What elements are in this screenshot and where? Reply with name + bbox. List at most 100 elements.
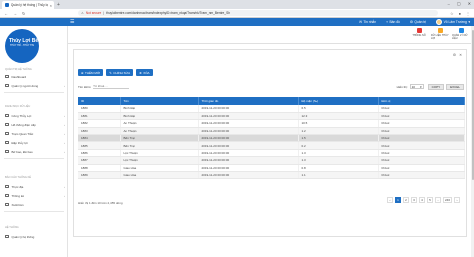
shortcut-label: DỮ LIỆU THỦY LỢI [431,34,449,40]
pager-page-5[interactable]: 5 [427,197,433,203]
url-separator: | [103,11,105,15]
pager-next[interactable]: › [454,197,460,203]
pager-page-1[interactable]: 1 [395,197,401,203]
delete-button[interactable]: ⊗ XÓA [136,69,153,76]
table-row[interactable]: 1881 Bình Đại 2019-11-20 00:00:00 12.3 Ithiv… [78,112,465,121]
excel-button[interactable]: EXCEL [446,83,464,90]
maximize-icon[interactable]: ▢ [457,1,461,6]
table-row[interactable]: 1880 Bình Đại 2019-11-20 00:00:00 6.5 Ithivo… [78,105,465,113]
pager-ellipsis: ... [435,197,441,203]
shortcut-label: THÔNG SỐ [412,34,426,37]
close-window-icon[interactable]: ✕ [468,1,471,6]
search-row: Tìm kiếm: Hiển thị: 10 ▾ COPY EXCEL [78,83,464,90]
shortcut-irrigation-data[interactable]: DỮ LIỆU THỦY LỢI [431,28,449,40]
close-icon[interactable]: ✕ [459,53,462,57]
topnav-map[interactable]: ⌖ Bản đồ [386,20,400,24]
sidebar-item-power[interactable]: Hồ thống điện cấp › [5,121,65,128]
star-icon[interactable]: ☆ [450,11,454,16]
cell-unit: Ithivol [378,112,465,121]
users-icon [5,83,9,88]
col-header-unit[interactable]: Đơn vị [378,97,465,105]
sidebar-divider [4,92,64,93]
col-header-name[interactable]: Tên [120,97,199,105]
sidebar-item-field[interactable]: Thực địa › [5,183,65,190]
cell-unit: Ithivol [378,149,465,158]
sidebar-divider [4,211,64,212]
profile-icon[interactable]: ● [459,11,461,16]
sidebar-item-stats[interactable]: Thống kê › [5,192,65,199]
minimize-icon[interactable]: – [448,1,450,6]
col-header-salinity[interactable]: Độ mặn (‰) [298,97,379,105]
pager-prev[interactable]: ‹ [387,197,393,203]
cell-id: 1884 [78,134,121,143]
topnav-admin[interactable]: ⚙ Quản trị [410,20,426,24]
shortcut-params[interactable]: THÔNG SỐ [410,28,428,40]
shortcut-label: QUẢN LÝ DỮ LIỆU [452,34,468,40]
topnav-admin-label: Quản trị [414,20,427,24]
table-row[interactable]: 1882 An Thuận 2019-11-20 00:00:00 10.5 Ithiv… [78,119,465,128]
sidebar-item-dam[interactable]: Đập thủy lợi › [5,139,65,146]
export-icon [5,202,9,207]
reload-icon[interactable]: ↻ [22,11,25,16]
back-icon[interactable]: ← [4,11,8,16]
sidebar-item-system[interactable]: Quản lý hệ thống [5,233,65,240]
menu-icon[interactable]: ⋮ [466,11,470,16]
cell-id: 1880 [78,105,121,113]
table-row[interactable]: 1888 Giao Hòa 2019-11-20 00:00:00 0.8 Ithivo… [78,164,465,173]
trash-icon: ⊗ [139,70,142,75]
sidebar-item-dashboard[interactable]: Dashboard [5,73,65,80]
settings-icon[interactable]: ⚙ [453,53,456,57]
scrollbar-thumb[interactable] [471,30,474,180]
chevron-right-icon: › [64,131,65,136]
col-header-id[interactable]: ID [78,97,121,105]
hamburger-icon[interactable]: ☰ [70,19,74,25]
shortcut-manage-data[interactable]: QUẢN LÝ DỮ LIỆU [452,28,470,40]
sidebar-item-label: Quản lý người dùng [11,83,39,88]
sidebar-item-cong[interactable]: Công Thủy Lợi › [5,112,65,119]
sidebar-group-report: BÁO CÁO THỐNG KÊ [5,176,32,179]
params-icon [416,28,422,33]
cell-id: 1886 [78,149,121,158]
close-tab-icon[interactable]: × [50,3,52,8]
cell-unit: Ithivol [378,134,465,143]
copy-button[interactable]: COPY [427,83,445,90]
sidebar-item-export[interactable]: Xuất bản [5,201,65,208]
gate-icon [5,113,9,118]
cell-name: Giao Hòa [120,171,199,180]
add-button[interactable]: ⊕ THÊM MỚI [78,69,104,76]
new-tab-icon[interactable]: + [57,2,60,8]
topnav-user[interactable]: Võ Lâm Trường ▾ [436,19,470,25]
forward-icon[interactable]: → [13,11,17,16]
table-row[interactable]: 1885 Bến Trại 2019-11-20 00:00:00 0.2 Ithivo… [78,141,465,150]
topnav-user-label: Võ Lâm Trường [443,20,467,24]
cell-salinity: 6.5 [298,105,379,113]
cell-name: An Thuận [120,127,199,136]
table-row[interactable]: 1883 An Thuận 2019-11-20 00:00:00 1.2 Ithivo… [78,127,465,136]
pager-page-last[interactable]: 246 [443,197,452,203]
sidebar-item-station[interactable]: Trạm Quan Trắc › [5,130,65,137]
table-row[interactable]: 1886 Lộc Thuận 2019-11-20 00:00:00 1.3 Ithiv… [78,149,465,158]
topnav-messages[interactable]: ✉ Tin nhắn [359,20,376,24]
table-row[interactable]: 1887 Lộc Thuận 2019-11-20 00:00:00 1.3 Ithiv… [78,156,465,165]
sidebar-divider [4,158,64,159]
search-input[interactable] [93,84,130,89]
chevron-right-icon: › [64,83,65,88]
sidebar-item-label: Bờ bao, Đê bao [11,149,33,154]
cell-salinity: 0.8 [298,164,379,173]
table-row[interactable]: 1889 Giao Hòa 2019-11-20 00:00:00 1.1 Ithivo… [78,171,465,180]
pager-page-3[interactable]: 3 [411,197,417,203]
cell-unit: Ithivol [378,105,465,113]
pager-page-4[interactable]: 4 [419,197,425,203]
pager-page-2[interactable]: 2 [403,197,409,203]
edit-button[interactable]: ✎ CHỈNH SỬA [106,69,134,76]
system-icon [5,234,9,239]
sidebar-item-users[interactable]: Quản lý người dùng › [5,82,65,89]
sidebar-item-dike[interactable]: Bờ bao, Đê bao › [5,148,65,155]
browser-tab[interactable]: Quản lý hệ thống | Thủy lợi Bến Tre × [2,1,54,9]
table-row[interactable]: 1884 Bến Trại 2019-11-20 00:00:00 1.5 Ithivo… [78,134,465,143]
url-field[interactable]: ⚠ Not secure | thuyloibentre.com/danhmuc… [78,10,438,16]
panel-tools: ⚙ ✕ [453,53,462,57]
page-size-select[interactable]: 10 ▾ [409,84,424,89]
col-header-time[interactable]: Thời gian đo [198,97,299,105]
url-text: thuyloibentre.com/danhmuc/tram/indexphyI… [106,11,230,15]
